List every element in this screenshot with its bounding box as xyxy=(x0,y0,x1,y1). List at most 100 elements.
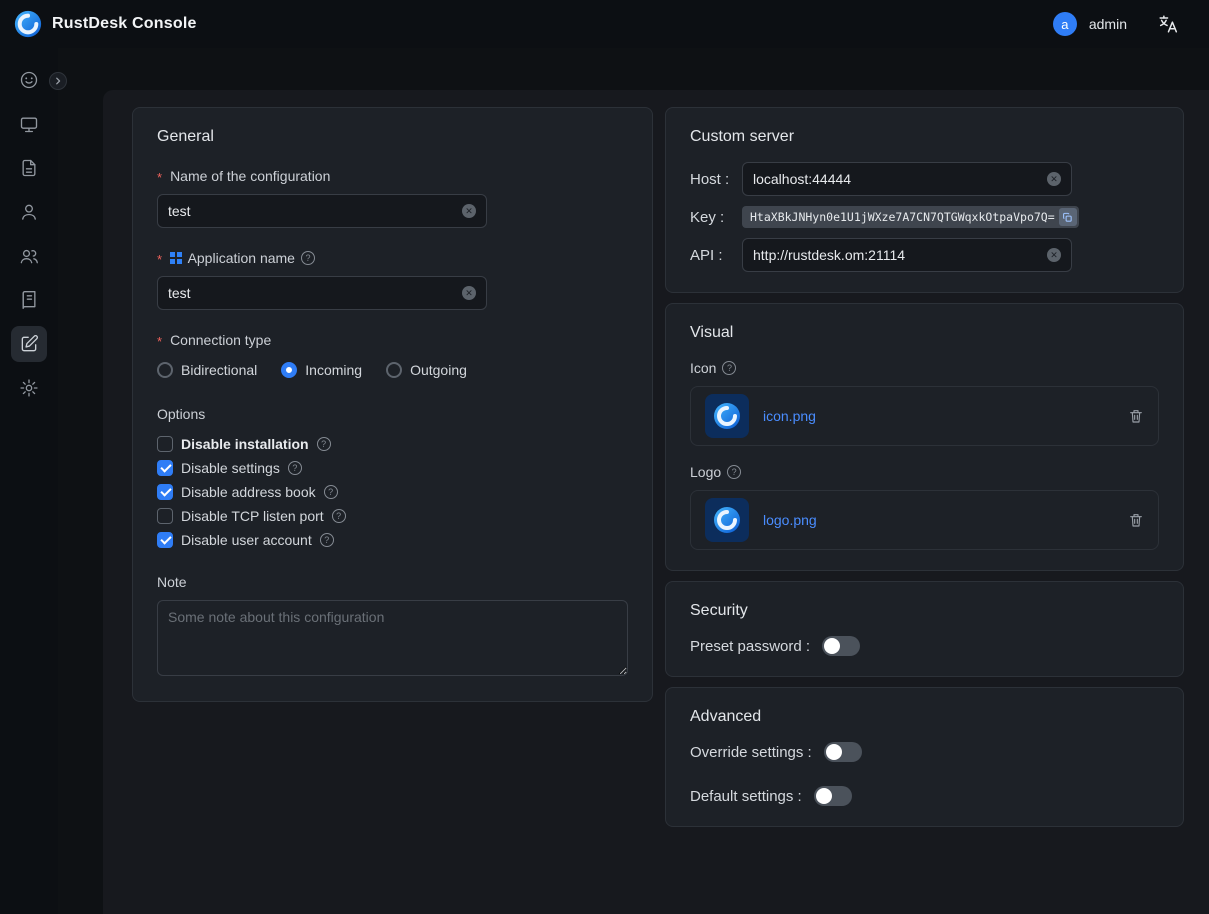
help-icon[interactable] xyxy=(288,461,302,475)
application-name-field xyxy=(157,276,487,310)
checkbox-box[interactable] xyxy=(157,508,173,524)
connection-type-radio-group: Bidirectional Incoming Outgoing xyxy=(157,362,628,378)
override-settings-toggle[interactable] xyxy=(824,742,862,762)
header-right: a admin xyxy=(1053,12,1179,36)
radio-outgoing[interactable]: Outgoing xyxy=(386,362,467,378)
main-content: General Name of the configuration Applic… xyxy=(58,48,1209,914)
sidebar-item-groups users-group-icon[interactable] xyxy=(11,238,47,274)
host-label: Host : xyxy=(690,171,742,188)
api-label: API : xyxy=(690,247,742,264)
sidebar-item-audit audit-log-icon[interactable] xyxy=(11,282,47,318)
key-value: HtaXBkJNHyn0e1U1jWXze7A7CN7QTGWqxkOtpaVp… xyxy=(750,210,1055,224)
logo-file-link[interactable]: logo.png xyxy=(763,512,1128,528)
help-icon[interactable] xyxy=(320,533,334,547)
default-settings-row: Default settings : xyxy=(690,786,1159,806)
host-input[interactable] xyxy=(753,171,1047,187)
help-icon[interactable] xyxy=(722,361,736,375)
sidebar-item-settings gear-icon[interactable] xyxy=(11,370,47,406)
name-of-configuration-label: Name of the configuration xyxy=(157,168,628,184)
general-card: General Name of the configuration Applic… xyxy=(132,107,653,702)
clear-icon[interactable] xyxy=(1047,248,1061,262)
key-row: Key : HtaXBkJNHyn0e1U1jWXze7A7CN7QTGWqxk… xyxy=(690,206,1159,228)
clear-icon[interactable] xyxy=(1047,172,1061,186)
host-field xyxy=(742,162,1072,196)
checkbox-disable-user-account[interactable]: Disable user account xyxy=(157,532,628,548)
configuration-name-field xyxy=(157,194,487,228)
radio-circle[interactable] xyxy=(281,362,297,378)
checkbox-disable-installation[interactable]: Disable installation xyxy=(157,436,628,452)
user-avatar[interactable]: a xyxy=(1053,12,1077,36)
sidebar-item-documents document-icon[interactable] xyxy=(11,150,47,186)
preset-password-label: Preset password : xyxy=(690,638,810,655)
options-label: Options xyxy=(157,406,628,422)
brand: RustDesk Console xyxy=(14,10,197,38)
application-name-label: Application name xyxy=(157,250,628,266)
help-icon[interactable] xyxy=(727,465,741,479)
note-label: Note xyxy=(157,574,628,590)
checkbox-box[interactable] xyxy=(157,532,173,548)
api-field xyxy=(742,238,1072,272)
visual-card: Visual Icon xyxy=(665,303,1184,571)
checkbox-box[interactable] xyxy=(157,436,173,452)
visual-title: Visual xyxy=(690,324,1159,342)
user-name[interactable]: admin xyxy=(1089,16,1127,32)
preset-password-toggle[interactable] xyxy=(822,636,860,656)
security-card: Security Preset password : xyxy=(665,581,1184,677)
help-icon[interactable] xyxy=(324,485,338,499)
logo-upload-preview: logo.png xyxy=(690,490,1159,550)
trash-icon[interactable] xyxy=(1128,512,1144,528)
general-card-title: General xyxy=(157,128,628,146)
copy-icon[interactable] xyxy=(1059,208,1077,226)
override-settings-row: Override settings : xyxy=(690,742,1159,762)
logo-thumbnail xyxy=(705,498,749,542)
translate-icon[interactable] xyxy=(1157,13,1179,35)
radio-circle[interactable] xyxy=(386,362,402,378)
logo-label: Logo xyxy=(690,464,1159,480)
default-settings-label: Default settings : xyxy=(690,788,802,805)
sidebar-expand-button chevron-right-icon[interactable] xyxy=(49,72,67,90)
app-title: RustDesk Console xyxy=(52,15,197,33)
note-textarea[interactable] xyxy=(157,600,628,676)
radio-incoming[interactable]: Incoming xyxy=(281,362,362,378)
icon-label: Icon xyxy=(690,360,1159,376)
icon-file-link[interactable]: icon.png xyxy=(763,408,1128,424)
help-icon[interactable] xyxy=(301,251,315,265)
configuration-name-input[interactable] xyxy=(168,203,462,219)
sidebar xyxy=(0,48,58,914)
radio-circle[interactable] xyxy=(157,362,173,378)
key-value-chip: HtaXBkJNHyn0e1U1jWXze7A7CN7QTGWqxkOtpaVp… xyxy=(742,206,1079,228)
advanced-title: Advanced xyxy=(690,708,1159,726)
checkbox-box[interactable] xyxy=(157,484,173,500)
clear-icon[interactable] xyxy=(462,286,476,300)
security-title: Security xyxy=(690,602,1159,620)
custom-server-card: Custom server Host : xyxy=(665,107,1184,293)
sidebar-item-status smiley-status-icon[interactable] xyxy=(11,62,47,98)
sidebar-item-configurations edit-configuration-icon[interactable] xyxy=(11,326,47,362)
custom-server-title: Custom server xyxy=(690,128,1159,146)
override-settings-label: Override settings : xyxy=(690,744,812,761)
advanced-card: Advanced Override settings : Default set… xyxy=(665,687,1184,827)
app-root: RustDesk Console a admin xyxy=(0,0,1209,914)
checkbox-disable-settings[interactable]: Disable settings xyxy=(157,460,628,476)
checkbox-disable-tcp-listen-port[interactable]: Disable TCP listen port xyxy=(157,508,628,524)
radio-bidirectional[interactable]: Bidirectional xyxy=(157,362,257,378)
key-label: Key : xyxy=(690,209,742,226)
trash-icon[interactable] xyxy=(1128,408,1144,424)
application-name-input[interactable] xyxy=(168,285,462,301)
help-icon[interactable] xyxy=(332,509,346,523)
help-icon[interactable] xyxy=(317,437,331,451)
preset-password-row: Preset password : xyxy=(690,636,1159,656)
options-checkbox-list: Disable installation Disable settings Di xyxy=(157,436,628,548)
clear-icon[interactable] xyxy=(462,204,476,218)
checkbox-disable-address-book[interactable]: Disable address book xyxy=(157,484,628,500)
windows-icon xyxy=(170,252,182,264)
default-settings-toggle[interactable] xyxy=(814,786,852,806)
sidebar-item-users user-icon[interactable] xyxy=(11,194,47,230)
api-input[interactable] xyxy=(753,247,1047,263)
sidebar-item-devices monitor-icon[interactable] xyxy=(11,106,47,142)
checkbox-box[interactable] xyxy=(157,460,173,476)
connection-type-label: Connection type xyxy=(157,332,628,348)
icon-thumbnail xyxy=(705,394,749,438)
content-panel: General Name of the configuration Applic… xyxy=(103,90,1209,914)
icon-upload-preview: icon.png xyxy=(690,386,1159,446)
